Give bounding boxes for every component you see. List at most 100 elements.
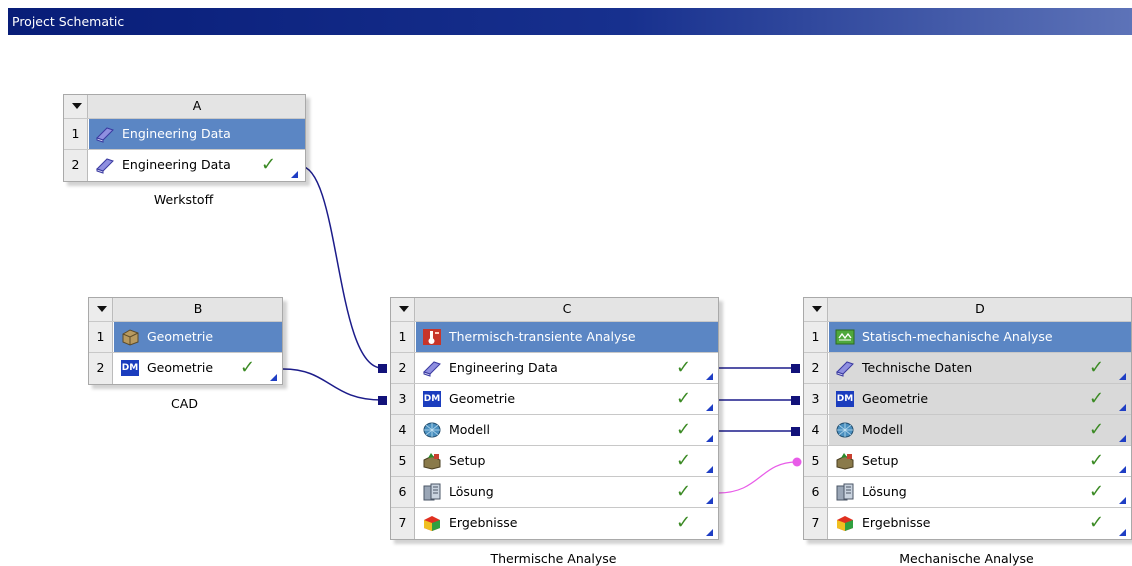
dropdown-arrow-icon[interactable]: [399, 306, 409, 312]
connector-c2: [378, 364, 387, 373]
row-label: Geometrie: [147, 329, 214, 344]
link-c6-to-d5: [717, 461, 798, 494]
row-number: 2: [804, 353, 828, 383]
system-row[interactable]: 7 Ergebnisse ✓: [391, 508, 718, 539]
book-icon: [423, 361, 441, 377]
row-label: Geometrie: [147, 360, 214, 375]
check-icon: ✓: [1089, 388, 1105, 409]
check-icon: ✓: [676, 512, 692, 533]
row-label: Engineering Data: [122, 126, 231, 141]
row-number: 7: [391, 508, 415, 539]
system-b[interactable]: B 1 Geometrie 2 DM Geometrie ✓: [88, 297, 283, 385]
check-icon: ✓: [1089, 357, 1105, 378]
row-label: Technische Daten: [862, 360, 973, 375]
system-a[interactable]: A 1 Engineering Data 2 Engineering Data …: [63, 94, 306, 182]
system-row[interactable]: 4 Modell ✓: [804, 415, 1131, 446]
corner-triangle-icon[interactable]: [706, 466, 713, 473]
system-menu-cell[interactable]: [391, 298, 415, 321]
system-row[interactable]: 5 Setup ✓: [804, 446, 1131, 477]
system-row[interactable]: 1 Engineering Data: [64, 119, 305, 150]
system-row[interactable]: 1 Statisch-mechanische Analyse: [804, 322, 1131, 353]
check-icon: ✓: [676, 388, 692, 409]
mesh-model-icon: [836, 422, 854, 438]
row-number: 7: [804, 508, 828, 539]
row-number: 2: [89, 353, 113, 384]
row-number: 2: [391, 353, 415, 383]
row-number: 6: [804, 477, 828, 507]
system-header: A: [64, 95, 305, 119]
system-header: B: [89, 298, 282, 322]
row-number: 2: [64, 150, 88, 181]
row-label: Ergebnisse: [862, 515, 931, 530]
corner-triangle-icon[interactable]: [706, 435, 713, 442]
row-label: Modell: [449, 422, 491, 437]
solution-icon: [423, 483, 441, 501]
corner-triangle-icon[interactable]: [1119, 466, 1126, 473]
corner-triangle-icon[interactable]: [270, 374, 277, 381]
row-label: Ergebnisse: [449, 515, 518, 530]
system-row[interactable]: 2 DM Geometrie ✓: [89, 353, 282, 384]
system-row[interactable]: 3 DM Geometrie ✓: [804, 384, 1131, 415]
column-header: C: [416, 298, 718, 321]
system-row[interactable]: 1 Geometrie: [89, 322, 282, 353]
column-header: D: [829, 298, 1131, 321]
corner-triangle-icon[interactable]: [1119, 373, 1126, 380]
row-number: 4: [391, 415, 415, 445]
system-row[interactable]: 6 Lösung ✓: [391, 477, 718, 508]
system-caption-b[interactable]: CAD: [88, 396, 281, 411]
link-d5-dot: [792, 457, 802, 467]
geometry-box-icon: [122, 329, 139, 346]
column-header: A: [89, 95, 305, 118]
corner-triangle-icon[interactable]: [706, 529, 713, 536]
system-row[interactable]: 2 Technische Daten ✓: [804, 353, 1131, 384]
corner-triangle-icon[interactable]: [1119, 435, 1126, 442]
system-row[interactable]: 1 Thermisch-transiente Analyse: [391, 322, 718, 353]
row-number: 1: [804, 322, 828, 352]
system-row[interactable]: 2 Engineering Data ✓: [64, 150, 305, 181]
corner-triangle-icon[interactable]: [706, 404, 713, 411]
row-label: Modell: [862, 422, 904, 437]
corner-triangle-icon[interactable]: [1119, 529, 1126, 536]
check-icon: ✓: [1089, 481, 1105, 502]
system-row[interactable]: 2 Engineering Data ✓: [391, 353, 718, 384]
link-a2-to-c2: [299, 165, 383, 369]
check-icon: ✓: [240, 357, 256, 378]
system-c[interactable]: C 1 Thermisch-transiente Analyse 2 Engin…: [390, 297, 719, 540]
connector-d3: [791, 396, 800, 405]
system-menu-cell[interactable]: [89, 298, 113, 321]
book-icon: [96, 127, 114, 143]
system-row[interactable]: 5 Setup ✓: [391, 446, 718, 477]
mesh-model-icon: [423, 422, 441, 438]
system-caption-d[interactable]: Mechanische Analyse: [803, 551, 1130, 566]
corner-triangle-icon[interactable]: [1119, 404, 1126, 411]
system-row[interactable]: 4 Modell ✓: [391, 415, 718, 446]
connector-d4: [791, 427, 800, 436]
row-label: Lösung: [862, 484, 907, 499]
check-icon: ✓: [676, 481, 692, 502]
row-number: 3: [391, 384, 415, 414]
row-label: Setup: [449, 453, 486, 468]
corner-triangle-icon[interactable]: [706, 373, 713, 380]
system-row[interactable]: 6 Lösung ✓: [804, 477, 1131, 508]
setup-icon: [423, 453, 441, 470]
designmodeler-icon: DM: [121, 360, 139, 376]
row-number: 6: [391, 477, 415, 507]
dropdown-arrow-icon[interactable]: [97, 306, 107, 312]
system-row[interactable]: 3 DM Geometrie ✓: [391, 384, 718, 415]
corner-triangle-icon[interactable]: [1119, 497, 1126, 504]
dropdown-arrow-icon[interactable]: [72, 103, 82, 109]
corner-triangle-icon[interactable]: [291, 171, 298, 178]
link-b2-to-c3: [282, 368, 383, 401]
system-caption-a[interactable]: Werkstoff: [63, 192, 304, 207]
system-caption-c[interactable]: Thermische Analyse: [390, 551, 717, 566]
system-menu-cell[interactable]: [804, 298, 828, 321]
system-d[interactable]: D 1 Statisch-mechanische Analyse 2 Techn…: [803, 297, 1132, 540]
system-menu-cell[interactable]: [64, 95, 88, 118]
corner-triangle-icon[interactable]: [706, 497, 713, 504]
dropdown-arrow-icon[interactable]: [812, 306, 822, 312]
results-icon: [837, 516, 853, 531]
system-row[interactable]: 7 Ergebnisse ✓: [804, 508, 1131, 539]
row-number: 4: [804, 415, 828, 445]
solution-icon: [836, 483, 854, 501]
row-label: Engineering Data: [449, 360, 558, 375]
